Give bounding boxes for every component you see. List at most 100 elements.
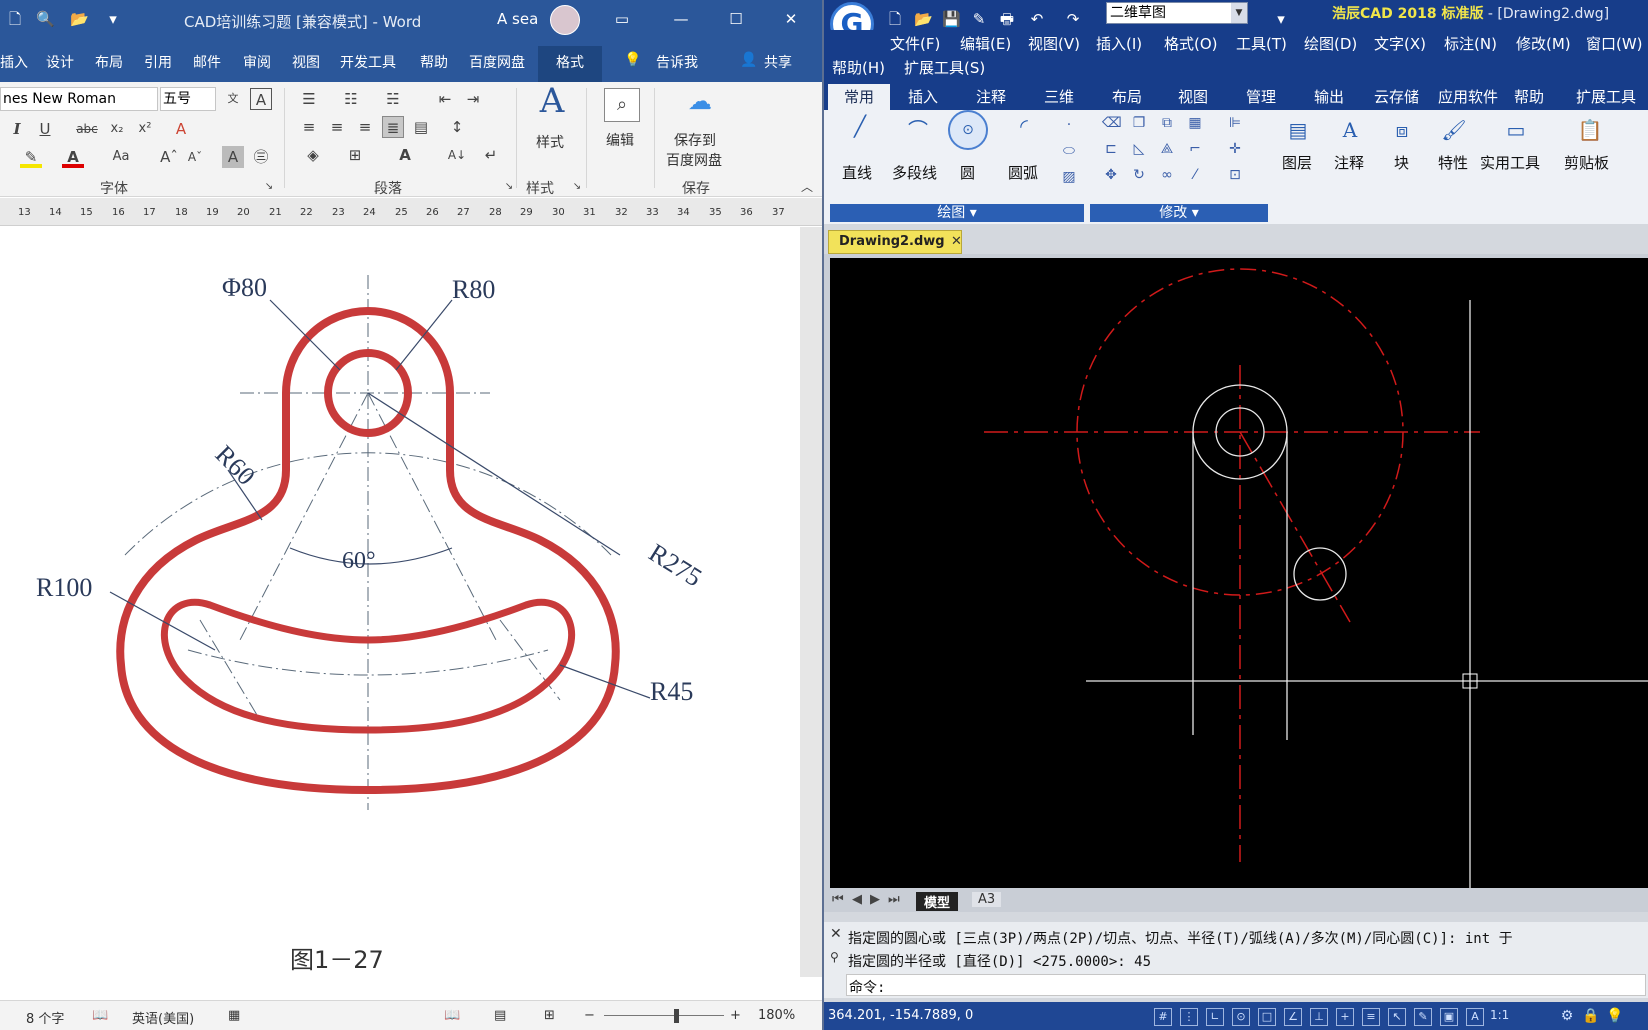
account-name[interactable]: A sea bbox=[497, 10, 538, 28]
print-preview-icon[interactable]: 🔍 bbox=[36, 10, 55, 28]
close-icon[interactable]: ✕ bbox=[782, 10, 800, 28]
rtab-manage[interactable]: 管理 bbox=[1244, 86, 1278, 107]
menu-tools[interactable]: 工具(T) bbox=[1236, 33, 1287, 54]
subscript-icon[interactable]: x₂ bbox=[106, 118, 128, 140]
multilevel-list-icon[interactable]: ☵ bbox=[382, 88, 404, 110]
tab-baidu-netdisk[interactable]: 百度网盘 bbox=[469, 52, 525, 72]
proofing-icon[interactable]: 📖 bbox=[92, 1008, 108, 1023]
shading-bucket-icon[interactable]: ◈ bbox=[302, 144, 324, 166]
tab-a3[interactable]: A3 bbox=[972, 892, 1002, 907]
block-button[interactable]: 块 bbox=[1394, 152, 1409, 173]
last-layout-icon[interactable]: ⏭ bbox=[888, 892, 900, 907]
break-icon[interactable]: ∞ bbox=[1158, 166, 1176, 184]
trim-icon[interactable]: ✛ bbox=[1226, 140, 1244, 158]
align-center-icon[interactable]: ≡ bbox=[326, 116, 348, 138]
avatar[interactable] bbox=[550, 5, 580, 35]
strikethrough-icon[interactable]: abc bbox=[76, 118, 98, 140]
rtab-apps[interactable]: 应用软件 bbox=[1436, 86, 1500, 107]
lineweight-icon[interactable]: ≡ bbox=[1362, 1008, 1380, 1026]
mirror-icon[interactable]: ⟁ bbox=[1158, 140, 1176, 158]
utilities-button[interactable]: 实用工具 bbox=[1480, 152, 1540, 173]
decrease-indent-icon[interactable]: ⇤ bbox=[434, 88, 456, 110]
snap-mode-icon[interactable]: ⋮ bbox=[1180, 1008, 1198, 1026]
enclose-char-icon[interactable]: ㊂ bbox=[250, 146, 272, 168]
quick-access-dropdown-icon[interactable]: ▾ bbox=[1272, 10, 1290, 28]
customize-toolbar-icon[interactable]: ▾ bbox=[104, 10, 122, 28]
grid-display-icon[interactable]: # bbox=[1154, 1008, 1172, 1026]
char-shading-icon[interactable]: A bbox=[222, 146, 244, 168]
tab-mailings[interactable]: 邮件 bbox=[193, 52, 221, 72]
bullets-icon[interactable]: ☰ bbox=[298, 88, 320, 110]
redo-icon[interactable]: ↷ bbox=[1064, 10, 1082, 28]
dynamic-ucs-icon[interactable]: ⊥ bbox=[1310, 1008, 1328, 1026]
menu-draw[interactable]: 绘图(D) bbox=[1304, 33, 1357, 54]
read-mode-icon[interactable]: 📖 bbox=[444, 1008, 460, 1023]
save-icon[interactable]: 💾 bbox=[942, 10, 961, 28]
next-layout-icon[interactable]: ▶ bbox=[870, 892, 880, 907]
menu-modify[interactable]: 修改(M) bbox=[1516, 33, 1571, 54]
layers-button[interactable]: 图层 bbox=[1282, 152, 1312, 173]
utilities-icon[interactable]: ▭ bbox=[1498, 118, 1534, 142]
new-document-icon[interactable]: 🗋 bbox=[6, 10, 24, 28]
workspace-select[interactable]: 二维草图 ▼ bbox=[1106, 2, 1248, 24]
quick-properties-icon[interactable]: ✎ bbox=[1414, 1008, 1432, 1026]
polyline-tool-icon[interactable]: ⌒ bbox=[900, 114, 936, 143]
font-color-icon[interactable]: A bbox=[62, 146, 84, 168]
close-tab-icon[interactable]: ✕ bbox=[951, 234, 962, 249]
line-tool-button[interactable]: 直线 bbox=[842, 162, 872, 183]
menu-file[interactable]: 文件(F) bbox=[890, 33, 940, 54]
baidu-cloud-icon[interactable]: ☁ bbox=[682, 89, 718, 120]
share-button[interactable]: 共享 bbox=[764, 52, 792, 72]
rtab-view[interactable]: 视图 bbox=[1176, 86, 1210, 107]
clipboard-button[interactable]: 剪贴板 bbox=[1564, 152, 1609, 173]
line-spacing-icon[interactable]: ↕ bbox=[446, 116, 468, 138]
rtab-annotate[interactable]: 注释 bbox=[974, 86, 1008, 107]
file-tab-drawing2[interactable]: Drawing2.dwg ✕ bbox=[828, 230, 962, 254]
dynamic-input-icon[interactable]: + bbox=[1336, 1008, 1354, 1026]
extend-icon[interactable]: ⁄ bbox=[1186, 166, 1204, 184]
snap-tracking-icon[interactable]: ∠ bbox=[1284, 1008, 1302, 1026]
rotate-icon[interactable]: ↻ bbox=[1130, 166, 1148, 184]
superscript-icon[interactable]: x² bbox=[134, 118, 156, 140]
tab-review[interactable]: 审阅 bbox=[243, 52, 271, 72]
zoom-out-icon[interactable]: − bbox=[584, 1008, 595, 1023]
menu-edit[interactable]: 编辑(E) bbox=[960, 33, 1011, 54]
minimize-icon[interactable]: — bbox=[672, 10, 690, 28]
object-snap-icon[interactable]: □ bbox=[1258, 1008, 1276, 1026]
menu-view[interactable]: 视图(V) bbox=[1028, 33, 1080, 54]
styles-button[interactable]: 样式 bbox=[536, 132, 564, 152]
maximize-icon[interactable]: ☐ bbox=[727, 10, 745, 28]
lock-icon[interactable]: 🔒 bbox=[1582, 1008, 1600, 1026]
arc-tool-icon[interactable]: ◜ bbox=[1006, 114, 1042, 138]
ellipse-icon[interactable]: ⬭ bbox=[1060, 142, 1078, 160]
panel-modify-label[interactable]: 修改 ▾ bbox=[1090, 204, 1268, 222]
hatch-icon[interactable]: ▨ bbox=[1060, 168, 1078, 186]
rtab-home[interactable]: 常用 bbox=[828, 84, 891, 110]
align-left-icon[interactable]: ≡ bbox=[298, 116, 320, 138]
rtab-layout[interactable]: 布局 bbox=[1110, 86, 1144, 107]
change-case-icon[interactable]: Aa bbox=[106, 146, 136, 168]
asian-layout-icon[interactable]: A bbox=[394, 144, 416, 166]
menu-insert[interactable]: 插入(I) bbox=[1096, 33, 1142, 54]
tab-design[interactable]: 设计 bbox=[46, 52, 74, 72]
tab-view[interactable]: 视图 bbox=[292, 52, 320, 72]
clear-format-icon[interactable]: A bbox=[170, 118, 192, 140]
model-space-icon[interactable]: ▣ bbox=[1440, 1008, 1458, 1026]
scale-icon[interactable]: ⧉ bbox=[1158, 114, 1176, 132]
word-count[interactable]: 8 个字 bbox=[26, 1008, 64, 1027]
shrink-font-icon[interactable]: Aˇ bbox=[184, 146, 206, 168]
open-folder-icon[interactable]: 📂 bbox=[70, 10, 89, 28]
rtab-extension[interactable]: 扩展工具 bbox=[1574, 86, 1638, 107]
menu-text[interactable]: 文字(X) bbox=[1374, 33, 1426, 54]
layers-icon[interactable]: ▤ bbox=[1280, 118, 1316, 142]
menu-extension-tools[interactable]: 扩展工具(S) bbox=[904, 57, 985, 78]
undo-icon[interactable]: ↶ bbox=[1028, 10, 1046, 28]
web-layout-icon[interactable]: ⊞ bbox=[544, 1008, 555, 1023]
rtab-3d[interactable]: 三维 bbox=[1042, 86, 1076, 107]
circle-tool-icon[interactable]: ⊙ bbox=[948, 110, 988, 150]
rtab-cloud[interactable]: 云存储 bbox=[1372, 86, 1421, 107]
print-layout-icon[interactable]: ▤ bbox=[494, 1008, 506, 1023]
copy-icon[interactable]: ❐ bbox=[1130, 114, 1148, 132]
highlight-icon[interactable]: ✎ bbox=[20, 146, 42, 168]
italic-icon[interactable]: I bbox=[6, 118, 28, 140]
